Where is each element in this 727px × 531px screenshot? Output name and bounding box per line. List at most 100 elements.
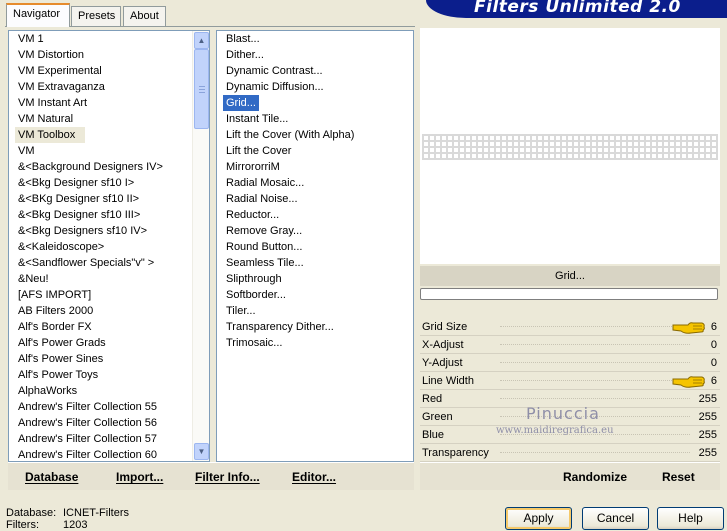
filter-item[interactable]: Dither... [223,47,413,63]
filter-item[interactable]: Remove Gray... [223,223,413,239]
filter-item[interactable]: Tiler... [223,303,413,319]
category-item[interactable]: VM Experimental [15,63,209,79]
watermark-name: Pinuccia [526,404,600,423]
filter-item[interactable]: Lift the Cover (With Alpha) [223,127,413,143]
filter-item[interactable]: Seamless Tile... [223,255,413,271]
param-slider[interactable] [500,398,690,399]
category-item[interactable]: VM Distortion [15,47,209,63]
filter-item[interactable]: Instant Tile... [223,111,413,127]
category-item[interactable]: Alf's Power Sines [15,351,209,367]
category-item[interactable]: VM Instant Art [15,95,209,111]
category-item[interactable]: Andrew's Filter Collection 56 [15,415,209,431]
param-value: 255 [698,429,717,441]
selected-filter-label[interactable]: Grid... [223,95,259,111]
filter-list[interactable]: Blast... Dither... Dynamic Contrast... Dyna… [216,30,414,462]
category-item[interactable]: Andrew's Filter Collection 55 [15,399,209,415]
param-row[interactable]: Grid Size 6 [420,318,720,336]
scroll-up-arrow-icon[interactable]: ▲ [194,32,209,49]
category-list[interactable]: VM 1 VM Distortion VM Experimental VM Extra… [8,30,210,462]
param-label: X-Adjust [422,339,464,351]
reset-button[interactable]: Reset [662,470,695,484]
param-label: Line Width [422,375,474,387]
filter-item[interactable]: Blast... [223,31,413,47]
category-item[interactable]: Alf's Border FX [15,319,209,335]
filter-item[interactable]: Dynamic Contrast... [223,63,413,79]
param-slider[interactable] [500,452,690,453]
category-item[interactable]: &<Bkg Designers sf10 IV> [15,223,209,239]
tab-navigator[interactable]: Navigator [6,3,70,27]
right-button-bar: Randomize Reset [420,462,720,490]
category-item[interactable]: Alf's Power Toys [15,367,209,383]
param-row[interactable]: Y-Adjust 0 [420,354,720,372]
help-button[interactable]: Help [657,507,724,530]
category-item[interactable]: AB Filters 2000 [15,303,209,319]
param-value: 255 [698,393,717,405]
filter-item[interactable]: Dynamic Diffusion... [223,79,413,95]
filter-item[interactable]: Trimosaic... [223,335,413,351]
database-status: Database: ICNET-Filters [6,507,129,519]
param-slider[interactable] [500,380,690,381]
category-item[interactable]: VM Extravaganza [15,79,209,95]
category-item[interactable]: VM Natural [15,111,209,127]
filter-info-button[interactable]: Filter Info... [195,470,260,484]
param-value: 6 [710,375,717,387]
category-item[interactable]: AlphaWorks [15,383,209,399]
filter-item[interactable]: Round Button... [223,239,413,255]
param-label: Grid Size [422,321,468,333]
param-label: Transparency [422,447,489,459]
pointing-hand-icon [672,373,706,389]
database-button[interactable]: Database [25,470,78,484]
param-slider[interactable] [500,344,690,345]
scroll-down-arrow-icon[interactable]: ▼ [194,443,209,460]
filter-preview [420,28,720,264]
param-row[interactable]: X-Adjust 0 [420,336,720,354]
tab-presets[interactable]: Presets [71,6,121,26]
filter-item[interactable]: Transparency Dither... [223,319,413,335]
progress-bar [420,288,718,300]
parameter-panel: Grid Size 6 X-Adjust 0 Y-Adjust 0 Line Width 6 R… [420,318,720,462]
param-row[interactable]: Line Width 6 [420,372,720,390]
cancel-button[interactable]: Cancel [582,507,649,530]
editor-button[interactable]: Editor... [292,470,336,484]
param-row[interactable]: Transparency 255 [420,444,720,462]
left-button-bar: Database Import... Filter Info... Editor… [8,462,414,490]
category-scrollbar[interactable]: ▲ ▼ [192,31,209,461]
database-label: Database: [6,507,57,519]
param-value: 0 [710,357,717,369]
filter-item[interactable]: Lift the Cover [223,143,413,159]
filter-item[interactable]: Grid... [223,95,413,111]
param-slider[interactable] [500,362,690,363]
randomize-button[interactable]: Randomize [563,470,627,484]
category-item[interactable]: Andrew's Filter Collection 60 [15,447,209,461]
filter-item[interactable]: Slipthrough [223,271,413,287]
category-item[interactable]: VM 1 [15,31,209,47]
database-value: ICNET-Filters [63,507,129,519]
filter-item[interactable]: Softborder... [223,287,413,303]
category-item[interactable]: &<Kaleidoscope> [15,239,209,255]
category-item[interactable]: Andrew's Filter Collection 57 [15,431,209,447]
filters-label: Filters: [6,519,39,531]
filter-items: Blast... Dither... Dynamic Contrast... Dyna… [217,31,413,351]
param-slider[interactable] [500,326,690,327]
category-item[interactable]: &<Bkg Designer sf10 I> [15,175,209,191]
category-items: VM 1 VM Distortion VM Experimental VM Extra… [9,31,209,461]
filter-item[interactable]: Reductor... [223,207,413,223]
filter-item[interactable]: MirrororriM [223,159,413,175]
filter-item[interactable]: Radial Noise... [223,191,413,207]
tab-about[interactable]: About [123,6,166,26]
filter-item[interactable]: Radial Mosaic... [223,175,413,191]
category-item[interactable]: &<Bkg Designer sf10 III> [15,207,209,223]
category-item[interactable]: VM Toolbox [15,127,85,143]
category-item[interactable]: &<Sandflower Specials"v" > [15,255,209,271]
param-value: 255 [698,447,717,459]
param-value: 255 [698,411,717,423]
category-item[interactable]: &<BKg Designer sf10 II> [15,191,209,207]
category-item[interactable]: VM [15,143,209,159]
import-button[interactable]: Import... [116,470,163,484]
category-item[interactable]: [AFS IMPORT] [15,287,209,303]
apply-button[interactable]: Apply [505,507,572,530]
category-item[interactable]: Alf's Power Grads [15,335,209,351]
category-item[interactable]: &<Background Designers IV> [15,159,209,175]
scroll-thumb[interactable] [194,49,209,129]
category-item[interactable]: &Neu! [15,271,209,287]
